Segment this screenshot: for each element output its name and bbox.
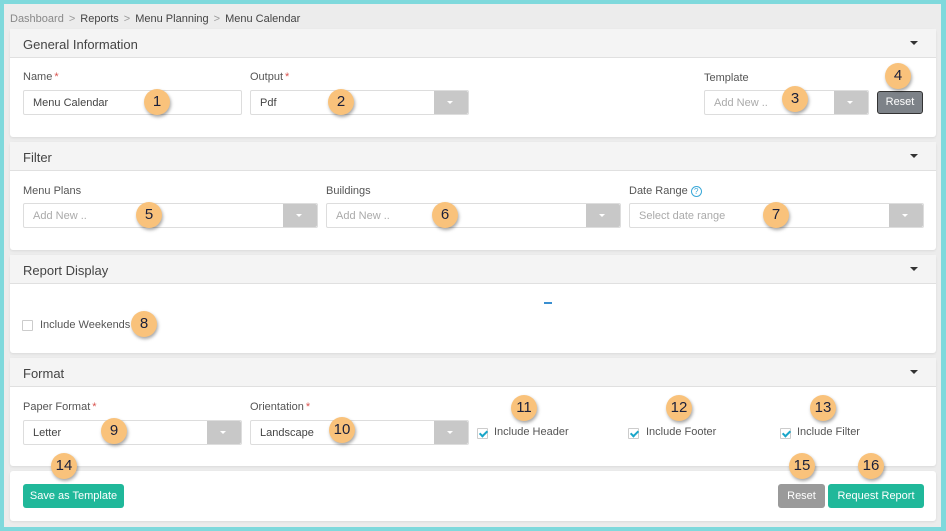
include-footer-label[interactable]: Include Footer — [646, 426, 716, 438]
callout-badge-2: 2 — [328, 89, 354, 115]
collapse-caret-icon[interactable] — [910, 154, 918, 158]
chevron-down-icon[interactable] — [207, 421, 241, 444]
orientation-label: Orientation * — [250, 401, 311, 413]
include-weekends-label[interactable]: Include Weekends — [40, 319, 130, 331]
report-display-header[interactable]: Report Display — [10, 255, 936, 284]
buildings-select[interactable]: Add New .. — [326, 203, 621, 228]
menu-plans-select[interactable]: Add New .. — [23, 203, 318, 228]
buildings-label: Buildings — [326, 185, 371, 197]
general-information-panel: General Information Name * Menu Calendar … — [10, 29, 936, 137]
include-filter-label[interactable]: Include Filter — [797, 426, 860, 438]
report-display-panel: Report Display Include Weekends — [10, 255, 936, 353]
request-report-button[interactable]: Request Report — [828, 484, 924, 508]
breadcrumb: Dashboard > Reports > Menu Planning > Menu Cal… — [10, 13, 301, 25]
callout-badge-6: 6 — [432, 202, 458, 228]
callout-badge-12: 12 — [666, 395, 692, 421]
panel-title: Format — [23, 366, 65, 381]
paper-format-label: Paper Format * — [23, 401, 97, 413]
name-label: Name * — [23, 71, 59, 83]
date-range-label: Date Range ? — [629, 185, 702, 197]
include-weekends-checkbox[interactable] — [22, 320, 33, 331]
breadcrumb-current: Menu Calendar — [225, 13, 301, 25]
callout-badge-5: 5 — [136, 202, 162, 228]
format-panel: Format Paper Format * Letter Orientation *… — [10, 358, 936, 466]
panel-title: Filter — [23, 150, 52, 165]
app: Dashboard > Reports > Menu Planning > Menu Cal… — [4, 4, 941, 527]
include-header-checkbox[interactable] — [477, 428, 488, 439]
filter-panel: Filter Menu Plans Add New .. Buildings A… — [10, 142, 936, 250]
general-information-header[interactable]: General Information — [10, 29, 936, 58]
name-input[interactable]: Menu Calendar — [23, 90, 242, 115]
callout-badge-16: 16 — [858, 453, 884, 479]
chevron-down-icon[interactable] — [434, 421, 468, 444]
callout-badge-3: 3 — [782, 86, 808, 112]
callout-badge-15: 15 — [789, 453, 815, 479]
format-header[interactable]: Format — [10, 358, 936, 387]
chevron-down-icon[interactable] — [283, 204, 317, 227]
template-label: Template — [704, 72, 749, 84]
template-reset-button[interactable]: Reset — [877, 91, 923, 114]
footer-panel: Save as Template Reset Request Report — [10, 471, 936, 521]
reset-button[interactable]: Reset — [778, 484, 825, 508]
callout-badge-8: 8 — [131, 311, 157, 337]
callout-badge-7: 7 — [763, 202, 789, 228]
paper-format-select[interactable]: Letter — [23, 420, 242, 445]
chevron-down-icon[interactable] — [834, 91, 868, 114]
breadcrumb-menu-planning[interactable]: Menu Planning — [135, 13, 208, 25]
output-select[interactable]: Pdf — [250, 90, 469, 115]
callout-badge-11: 11 — [511, 395, 537, 421]
include-footer-checkbox[interactable] — [628, 428, 639, 439]
calendar-icon-button[interactable] — [889, 204, 923, 227]
include-header-label[interactable]: Include Header — [494, 426, 569, 438]
collapse-caret-icon[interactable] — [910, 267, 918, 271]
callout-badge-1: 1 — [144, 89, 170, 115]
breadcrumb-dashboard[interactable]: Dashboard — [10, 13, 64, 25]
output-label: Output * — [250, 71, 290, 83]
help-icon[interactable]: ? — [690, 186, 702, 197]
panel-title: Report Display — [23, 263, 109, 278]
chevron-down-icon[interactable] — [434, 91, 468, 114]
callout-badge-13: 13 — [810, 395, 836, 421]
breadcrumb-reports[interactable]: Reports — [80, 13, 119, 25]
orientation-select[interactable]: Landscape — [250, 420, 469, 445]
filter-header[interactable]: Filter — [10, 142, 936, 171]
save-as-template-button[interactable]: Save as Template — [23, 484, 124, 508]
chevron-down-icon[interactable] — [586, 204, 620, 227]
menu-plans-label: Menu Plans — [23, 185, 82, 197]
include-filter-checkbox[interactable] — [780, 428, 791, 439]
panel-title: General Information — [23, 37, 138, 52]
callout-badge-14: 14 — [51, 453, 77, 479]
collapse-caret-icon[interactable] — [910, 41, 918, 45]
callout-badge-9: 9 — [101, 418, 127, 444]
callout-badge-4: 4 — [885, 63, 911, 89]
collapse-caret-icon[interactable] — [910, 370, 918, 374]
divider-mark — [544, 302, 552, 304]
callout-badge-10: 10 — [329, 417, 355, 443]
